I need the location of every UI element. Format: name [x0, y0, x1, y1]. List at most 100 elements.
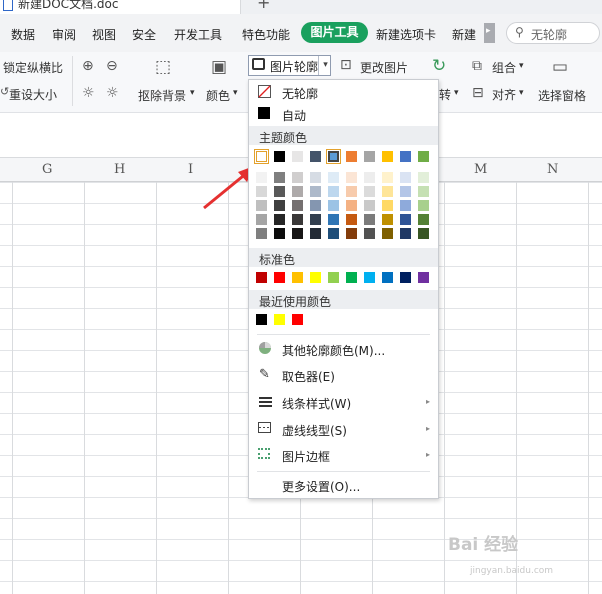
theme-tint-swatch[interactable] [400, 228, 411, 239]
theme-tint-swatch[interactable] [292, 186, 303, 197]
column-header-i[interactable]: I [188, 162, 193, 177]
brightness-up-icon[interactable]: ☼ [82, 85, 95, 101]
theme-tint-swatch[interactable] [310, 172, 321, 183]
theme-tint-swatch[interactable] [310, 228, 321, 239]
column-header-g[interactable]: G [42, 162, 52, 177]
theme-tint-swatch[interactable] [256, 200, 267, 211]
align-button[interactable]: 对齐 [492, 86, 516, 103]
standard-color-swatch[interactable] [418, 272, 429, 283]
theme-tint-swatch[interactable] [292, 172, 303, 183]
standard-color-swatch[interactable] [382, 272, 393, 283]
automatic-item[interactable]: 自动 [249, 105, 438, 125]
theme-tint-swatch[interactable] [382, 186, 393, 197]
line-style-item[interactable]: 线条样式(W) ▸ [249, 392, 438, 416]
selection-pane-button[interactable]: 选择窗格 [538, 87, 586, 104]
theme-tint-swatch[interactable] [346, 228, 357, 239]
crop-plus-icon[interactable]: ⊕ [82, 58, 94, 74]
theme-tint-swatch[interactable] [292, 228, 303, 239]
theme-tint-swatch[interactable] [256, 228, 267, 239]
menu-security[interactable]: 安全 [132, 26, 156, 43]
search-box[interactable]: ⚲ 无轮廓 [506, 22, 600, 44]
theme-tint-swatch[interactable] [346, 186, 357, 197]
theme-tint-swatch[interactable] [364, 186, 375, 197]
color-dropdown-icon[interactable]: ▾ [233, 88, 238, 98]
document-tab[interactable]: 新建DOC文档.doc [0, 0, 241, 14]
theme-color-swatch[interactable] [310, 151, 321, 162]
more-settings-item[interactable]: 更多设置(O)... [249, 476, 438, 498]
combine-dropdown-icon[interactable]: ▾ [519, 61, 524, 71]
picture-outline-button[interactable]: 图片轮廓 ▾ [248, 55, 331, 76]
more-outline-colors-item[interactable]: 其他轮廓颜色(M)... [249, 339, 438, 363]
theme-tint-swatch[interactable] [256, 214, 267, 225]
theme-tint-swatch[interactable] [328, 172, 339, 183]
theme-tint-swatch[interactable] [274, 172, 285, 183]
brightness-down-icon[interactable]: ☼ [106, 85, 119, 101]
theme-tint-swatch[interactable] [418, 214, 429, 225]
lock-ratio-checkbox[interactable]: 锁定纵横比 [3, 59, 63, 76]
theme-tint-swatch[interactable] [328, 186, 339, 197]
theme-tint-swatch[interactable] [400, 214, 411, 225]
theme-tint-swatch[interactable] [364, 200, 375, 211]
menu-new-tab[interactable]: 新建选项卡 [376, 26, 436, 43]
standard-color-swatch[interactable] [274, 272, 285, 283]
theme-tint-swatch[interactable] [274, 200, 285, 211]
theme-color-swatch[interactable] [400, 151, 411, 162]
menu-new-truncated[interactable]: 新建 [452, 26, 476, 43]
theme-tint-swatch[interactable] [400, 200, 411, 211]
theme-tint-swatch[interactable] [328, 214, 339, 225]
rotate-dropdown-icon[interactable]: ▾ [454, 88, 459, 98]
theme-tint-swatch[interactable] [418, 172, 429, 183]
theme-tint-swatch[interactable] [292, 214, 303, 225]
theme-tint-swatch[interactable] [364, 172, 375, 183]
column-header-h[interactable]: H [114, 162, 125, 177]
theme-tint-swatch[interactable] [364, 214, 375, 225]
combine-button[interactable]: 组合 [492, 59, 516, 76]
standard-color-swatch[interactable] [256, 272, 267, 283]
column-header-m[interactable]: M [474, 162, 487, 177]
theme-color-swatch[interactable] [254, 149, 269, 164]
theme-tint-swatch[interactable] [256, 186, 267, 197]
theme-color-swatch[interactable] [326, 149, 341, 164]
theme-tint-swatch[interactable] [274, 214, 285, 225]
theme-tint-swatch[interactable] [328, 200, 339, 211]
theme-color-swatch[interactable] [382, 151, 393, 162]
theme-color-swatch[interactable] [418, 151, 429, 162]
remove-background-button[interactable]: 抠除背景 [138, 87, 186, 104]
rotate-button[interactable]: 转 [439, 86, 451, 103]
theme-tint-swatch[interactable] [328, 228, 339, 239]
theme-tint-swatch[interactable] [310, 200, 321, 211]
reset-size-button[interactable]: 重设大小 [9, 86, 57, 103]
align-dropdown-icon[interactable]: ▾ [519, 88, 524, 98]
theme-tint-swatch[interactable] [274, 186, 285, 197]
menu-features[interactable]: 特色功能 [242, 26, 290, 43]
change-picture-button[interactable]: 更改图片 [360, 59, 408, 76]
picture-border-item[interactable]: 图片边框 ▸ [249, 445, 438, 469]
theme-tint-swatch[interactable] [256, 172, 267, 183]
theme-color-swatch[interactable] [274, 151, 285, 162]
crop-minus-icon[interactable]: ⊖ [106, 58, 118, 74]
theme-tint-swatch[interactable] [364, 228, 375, 239]
recent-color-swatch[interactable] [274, 314, 285, 325]
theme-tint-swatch[interactable] [400, 172, 411, 183]
theme-tint-swatch[interactable] [310, 186, 321, 197]
theme-color-swatch[interactable] [346, 151, 357, 162]
theme-tint-swatch[interactable] [382, 172, 393, 183]
outline-dropdown-icon[interactable]: ▾ [318, 56, 332, 75]
standard-color-swatch[interactable] [400, 272, 411, 283]
theme-tint-swatch[interactable] [418, 228, 429, 239]
recent-color-swatch[interactable] [256, 314, 267, 325]
color-button[interactable]: 颜色 [206, 87, 230, 104]
theme-tint-swatch[interactable] [382, 214, 393, 225]
menu-scroll-button[interactable]: ▸ [484, 23, 495, 43]
theme-tint-swatch[interactable] [418, 200, 429, 211]
no-outline-item[interactable]: 无轮廓 [249, 84, 438, 104]
theme-tint-swatch[interactable] [418, 186, 429, 197]
remove-background-dropdown-icon[interactable]: ▾ [190, 88, 195, 98]
theme-tint-swatch[interactable] [382, 228, 393, 239]
standard-color-swatch[interactable] [346, 272, 357, 283]
add-tab-button[interactable]: + [257, 0, 270, 12]
menu-data[interactable]: 数据 [11, 26, 35, 43]
theme-tint-swatch[interactable] [274, 228, 285, 239]
standard-color-swatch[interactable] [292, 272, 303, 283]
column-header-n[interactable]: N [547, 162, 558, 177]
